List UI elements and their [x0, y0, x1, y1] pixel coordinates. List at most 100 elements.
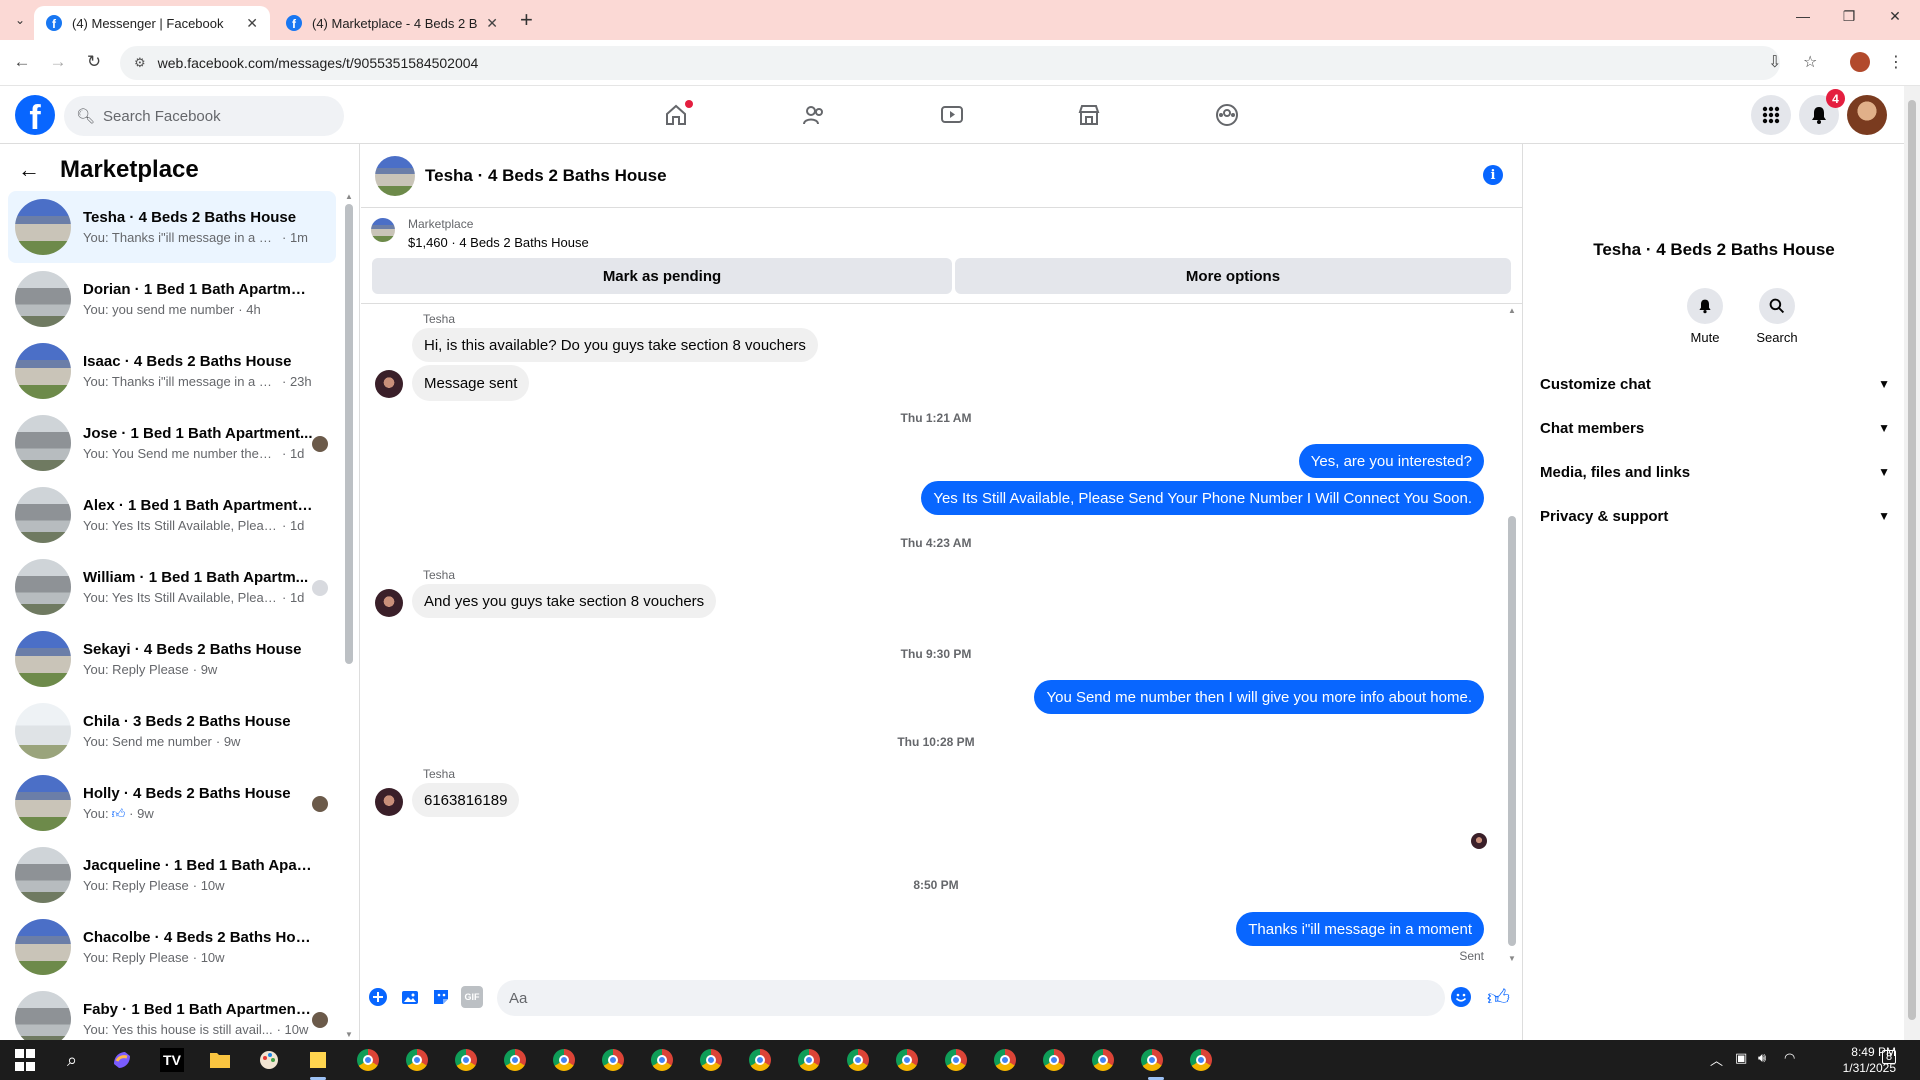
- windows-start-icon[interactable]: [13, 1048, 37, 1072]
- conversation-item[interactable]: William · 1 Bed 1 Bath Apartm... You: Yes…: [8, 551, 336, 623]
- conversation-item[interactable]: Dorian · 1 Bed 1 Bath Apartment... You: y…: [8, 263, 336, 335]
- chrome-window-icon[interactable]: [944, 1048, 968, 1072]
- chrome-menu-icon[interactable]: ⋮: [1888, 52, 1904, 72]
- sender-avatar[interactable]: [375, 589, 403, 617]
- copilot-icon[interactable]: [110, 1048, 134, 1072]
- profile-avatar[interactable]: [1847, 95, 1887, 135]
- tab-search-chevron-icon[interactable]: ⌄: [8, 8, 32, 32]
- forward-arrow-icon[interactable]: →: [47, 52, 69, 72]
- taskbar-search-icon[interactable]: ⌕: [60, 1048, 84, 1072]
- show-hidden-icons-chevron-icon[interactable]: ︿: [1710, 1050, 1723, 1069]
- mark-as-pending-button[interactable]: Mark as pending: [372, 258, 952, 294]
- add-actions-icon[interactable]: [367, 986, 389, 1008]
- url-omnibox[interactable]: ⚙ web.facebook.com/messages/t/9055351584…: [120, 46, 1780, 80]
- close-window-icon[interactable]: ✕: [1872, 8, 1918, 25]
- conversation-item[interactable]: Faby · 1 Bed 1 Bath Apartment... You: Yes…: [8, 983, 336, 1040]
- media-files-links-row[interactable]: Media, files and links ▼: [1540, 450, 1890, 494]
- video-icon[interactable]: [937, 100, 967, 130]
- file-explorer-icon[interactable]: [208, 1048, 232, 1072]
- incoming-message[interactable]: Hi, is this available? Do you guys take …: [412, 328, 818, 362]
- thumbs-up-like-icon[interactable]: 👍︎: [1487, 984, 1510, 1011]
- listing-thumbnail[interactable]: [371, 218, 395, 242]
- tab-messenger[interactable]: f (4) Messenger | Facebook ✕: [34, 6, 270, 40]
- wifi-icon[interactable]: ◠: [1784, 1050, 1795, 1066]
- conversation-item[interactable]: Isaac · 4 Beds 2 Baths House You: Thanks …: [8, 335, 336, 407]
- chrome-window-icon[interactable]: [601, 1048, 625, 1072]
- site-info-icon[interactable]: ⚙: [134, 55, 146, 71]
- chat-avatar[interactable]: [375, 155, 415, 196]
- outgoing-message[interactable]: Yes Its Still Available, Please Send You…: [921, 481, 1484, 515]
- page-scrollbar[interactable]: [1904, 86, 1920, 1040]
- conversation-avatar[interactable]: [1676, 158, 1748, 230]
- chrome-window-icon[interactable]: [748, 1048, 772, 1072]
- notification-center-badge[interactable]: 8: [1882, 1050, 1897, 1064]
- groups-icon[interactable]: [1212, 100, 1242, 130]
- outgoing-message[interactable]: Thanks i"ill message in a moment: [1236, 912, 1484, 946]
- more-options-button[interactable]: More options: [955, 258, 1511, 294]
- scroll-up-icon[interactable]: ▲: [1508, 306, 1516, 315]
- chrome-window-icon[interactable]: [1091, 1048, 1115, 1072]
- customize-chat-row[interactable]: Customize chat ▼: [1540, 362, 1890, 406]
- emoji-icon[interactable]: [1451, 987, 1471, 1007]
- conversation-item[interactable]: Jacqueline · 1 Bed 1 Bath Apart... You: R…: [8, 839, 336, 911]
- conversation-item[interactable]: Sekayi · 4 Beds 2 Baths House You: Reply …: [8, 623, 336, 695]
- conversation-item[interactable]: Tesha · 4 Beds 2 Baths House You: Thanks …: [8, 191, 336, 263]
- outgoing-message[interactable]: Yes, are you interested?: [1298, 444, 1484, 478]
- facebook-logo-icon[interactable]: f: [15, 95, 55, 135]
- restore-icon[interactable]: ❐: [1826, 8, 1872, 25]
- back-arrow-icon[interactable]: ←: [11, 52, 33, 72]
- chrome-window-icon[interactable]: [1140, 1048, 1164, 1072]
- conversation-item[interactable]: Chila · 3 Beds 2 Baths House You: Send me…: [8, 695, 336, 767]
- mute-button[interactable]: Mute: [1675, 288, 1735, 345]
- listing-price-title[interactable]: $1,460 · 4 Beds 2 Baths House: [408, 235, 589, 250]
- scrollbar-thumb[interactable]: [1908, 100, 1916, 1020]
- tab-close-icon[interactable]: ✕: [246, 15, 258, 32]
- meet-now-icon[interactable]: ▣: [1735, 1050, 1747, 1066]
- chrome-window-icon[interactable]: [405, 1048, 429, 1072]
- marketplace-icon[interactable]: [1074, 100, 1104, 130]
- chrome-window-icon[interactable]: [552, 1048, 576, 1072]
- paint-icon[interactable]: [257, 1048, 281, 1072]
- tab-marketplace[interactable]: f (4) Marketplace - 4 Beds 2 Bath ✕: [274, 6, 510, 40]
- message-input[interactable]: [497, 980, 1445, 1016]
- facebook-search-box[interactable]: 🔍︎ Search Facebook: [64, 96, 344, 136]
- conversation-item[interactable]: Chacolbe · 4 Beds 2 Baths House You: Repl…: [8, 911, 336, 983]
- chrome-window-icon[interactable]: [454, 1048, 478, 1072]
- install-app-icon[interactable]: ⇩: [1768, 52, 1781, 72]
- chrome-profile-avatar[interactable]: [1850, 52, 1870, 72]
- sidebar-scrollbar[interactable]: ▲ ▼: [344, 192, 354, 1040]
- conversation-item[interactable]: Jose · 1 Bed 1 Bath Apartment... You: You…: [8, 407, 336, 479]
- scrollbar-thumb[interactable]: [1508, 516, 1516, 946]
- attach-image-icon[interactable]: [399, 986, 421, 1008]
- scrollbar-thumb[interactable]: [345, 204, 353, 664]
- scroll-down-icon[interactable]: ▼: [345, 1030, 353, 1039]
- chrome-window-icon[interactable]: [356, 1048, 380, 1072]
- privacy-support-row[interactable]: Privacy & support ▼: [1540, 494, 1890, 538]
- back-arrow-icon[interactable]: ←: [18, 157, 40, 183]
- chrome-window-icon[interactable]: [993, 1048, 1017, 1072]
- conversation-item[interactable]: Holly · 4 Beds 2 Baths House You: 👍︎ · 9w: [8, 767, 336, 839]
- chrome-window-icon[interactable]: [846, 1048, 870, 1072]
- tradingview-icon[interactable]: TV: [160, 1048, 184, 1072]
- chrome-window-icon[interactable]: [797, 1048, 821, 1072]
- chrome-window-icon[interactable]: [1189, 1048, 1213, 1072]
- tab-close-icon[interactable]: ✕: [486, 15, 498, 32]
- chat-members-row[interactable]: Chat members ▼: [1540, 406, 1890, 450]
- chat-scrollbar[interactable]: ▲ ▼: [1507, 306, 1517, 966]
- bookmark-star-icon[interactable]: ☆: [1803, 52, 1817, 72]
- sender-avatar[interactable]: [375, 370, 403, 398]
- scroll-down-icon[interactable]: ▼: [1508, 954, 1516, 963]
- conversation-item[interactable]: Alex · 1 Bed 1 Bath Apartment/c... You: Y…: [8, 479, 336, 551]
- chrome-window-icon[interactable]: [895, 1048, 919, 1072]
- volume-icon[interactable]: 🔊︎: [1758, 1050, 1766, 1066]
- outgoing-message[interactable]: You Send me number then I will give you …: [1034, 680, 1484, 714]
- chrome-window-icon[interactable]: [650, 1048, 674, 1072]
- sender-avatar[interactable]: [375, 788, 403, 816]
- sticky-notes-icon[interactable]: [306, 1048, 330, 1072]
- gif-icon[interactable]: GIF: [461, 986, 483, 1008]
- chrome-window-icon[interactable]: [1042, 1048, 1066, 1072]
- chrome-window-icon[interactable]: [503, 1048, 527, 1072]
- reload-icon[interactable]: ↻: [83, 52, 105, 72]
- incoming-message[interactable]: Message sent: [412, 365, 530, 401]
- friends-icon[interactable]: [799, 100, 829, 130]
